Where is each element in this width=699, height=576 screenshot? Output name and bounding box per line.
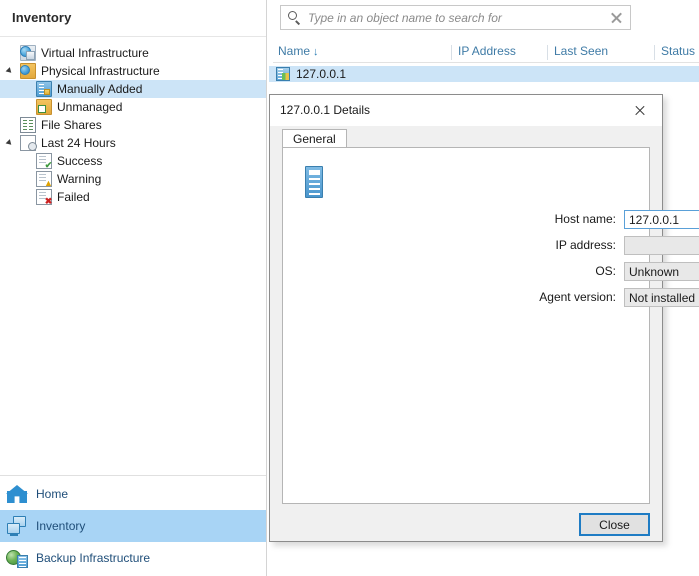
nav-item-label: Backup Infrastructure xyxy=(36,551,151,565)
tree-item-label: Warning xyxy=(57,172,102,186)
tree-item-label: Virtual Infrastructure xyxy=(41,46,149,60)
chevron-down-icon[interactable] xyxy=(6,66,16,76)
tab-general[interactable]: General xyxy=(282,129,347,148)
chevron-down-icon[interactable] xyxy=(6,138,16,148)
last-24-hours-icon xyxy=(20,135,37,151)
tree-item-label: Last 24 Hours xyxy=(41,136,116,150)
search-input[interactable] xyxy=(308,10,606,25)
column-header-label: Last Seen xyxy=(554,44,609,58)
form-row: Host name: xyxy=(283,210,699,229)
field-label-agent-version: Agent version: xyxy=(539,290,616,304)
field-label-ip-address: IP address: xyxy=(555,238,616,252)
backup-infrastructure-icon xyxy=(6,547,28,569)
column-header-label: Status xyxy=(661,44,696,58)
tree-item-warning[interactable]: ▲ Warning xyxy=(0,170,266,188)
tree-item-unmanaged[interactable]: Unmanaged xyxy=(0,98,266,116)
form-row: IP address: xyxy=(283,236,699,255)
close-icon[interactable] xyxy=(618,95,662,126)
server-icon xyxy=(305,166,323,198)
column-separator[interactable] xyxy=(451,45,452,60)
nav-item-label: Inventory xyxy=(36,519,86,533)
clear-icon[interactable] xyxy=(606,8,626,28)
column-header-label: IP Address xyxy=(458,44,516,58)
file-shares-icon xyxy=(20,117,36,133)
application-window: Inventory Virtual Infrastructure Physical… xyxy=(0,0,699,576)
tree-item-label: File Shares xyxy=(41,118,102,132)
details-dialog: 127.0.0.1 Details General Host name: IP a… xyxy=(269,94,699,542)
search-icon xyxy=(288,10,302,25)
tree-item-physical-infrastructure[interactable]: Physical Infrastructure xyxy=(0,62,266,80)
dialog-title: 127.0.0.1 Details xyxy=(280,103,371,117)
navigation-panel: Home Inventory Backup Infrastructure xyxy=(0,478,266,574)
close-button[interactable]: Close xyxy=(579,513,650,536)
physical-infrastructure-icon xyxy=(20,63,36,79)
column-header-ip-address[interactable]: IP Address xyxy=(458,44,516,58)
dialog-titlebar: 127.0.0.1 Details xyxy=(270,95,662,126)
tree-item-label: Manually Added xyxy=(57,82,143,96)
column-header-last-seen[interactable]: Last Seen xyxy=(554,44,608,58)
sidebar: Inventory Virtual Infrastructure Physical… xyxy=(0,0,267,576)
warning-icon: ▲ xyxy=(36,171,53,188)
sidebar-title: Inventory xyxy=(12,10,72,25)
field-input-ip-address xyxy=(624,236,699,255)
form-row: Agent version: xyxy=(283,288,699,307)
tree-item-failed[interactable]: ✖ Failed xyxy=(0,188,266,206)
field-label-host-name: Host name: xyxy=(554,212,616,226)
tree-item-last-24-hours[interactable]: Last 24 Hours xyxy=(0,134,266,152)
tab-strip: General xyxy=(282,129,650,148)
home-icon xyxy=(6,483,28,505)
success-icon: ✔ xyxy=(36,153,52,170)
host-icon xyxy=(276,67,290,81)
column-separator[interactable] xyxy=(547,45,548,60)
tree-item-label: Failed xyxy=(57,190,90,204)
form-row: OS: xyxy=(283,262,699,281)
virtual-infrastructure-icon xyxy=(20,45,36,61)
column-header-status[interactable]: Status xyxy=(661,44,695,58)
search-bar[interactable] xyxy=(280,5,631,30)
tree-item-label: Physical Infrastructure xyxy=(41,64,160,78)
sort-descending-icon: ↓ xyxy=(313,46,319,58)
tree-item-file-shares[interactable]: File Shares xyxy=(0,116,266,134)
field-input-os xyxy=(624,262,699,281)
column-header-label: Name xyxy=(278,44,311,58)
inventory-tree: Virtual Infrastructure Physical Infrastru… xyxy=(0,44,266,206)
tree-item-success[interactable]: ✔ Success xyxy=(0,152,266,170)
field-input-agent-version xyxy=(624,288,699,307)
failed-icon: ✖ xyxy=(36,189,52,206)
sidebar-title-divider xyxy=(0,36,266,37)
tree-item-manually-added[interactable]: Manually Added xyxy=(0,80,266,98)
nav-item-home[interactable]: Home xyxy=(0,478,266,510)
nav-item-label: Home xyxy=(36,487,69,501)
unmanaged-icon xyxy=(36,99,52,115)
nav-item-backup-infrastructure[interactable]: Backup Infrastructure xyxy=(0,542,266,574)
column-header-name[interactable]: Name ↓ xyxy=(278,44,319,58)
column-separator[interactable] xyxy=(654,45,655,60)
tab-panel-general: Host name: IP address: OS: Agent version: xyxy=(282,147,699,504)
inventory-icon xyxy=(6,515,28,537)
table-row[interactable]: 127.0.0.1 xyxy=(269,66,699,82)
tree-item-label: Success xyxy=(57,154,103,168)
nav-divider xyxy=(0,475,266,476)
column-headers: Name ↓ IP Address Last Seen Status xyxy=(273,44,699,63)
table-cell-name: 127.0.0.1 xyxy=(296,67,347,81)
tree-item-virtual-infrastructure[interactable]: Virtual Infrastructure xyxy=(0,44,266,62)
manually-added-icon xyxy=(36,81,52,97)
field-input-host-name[interactable] xyxy=(624,210,699,229)
nav-item-inventory[interactable]: Inventory xyxy=(0,510,266,542)
field-label-os: OS: xyxy=(595,264,616,278)
tree-item-label: Unmanaged xyxy=(57,100,123,114)
